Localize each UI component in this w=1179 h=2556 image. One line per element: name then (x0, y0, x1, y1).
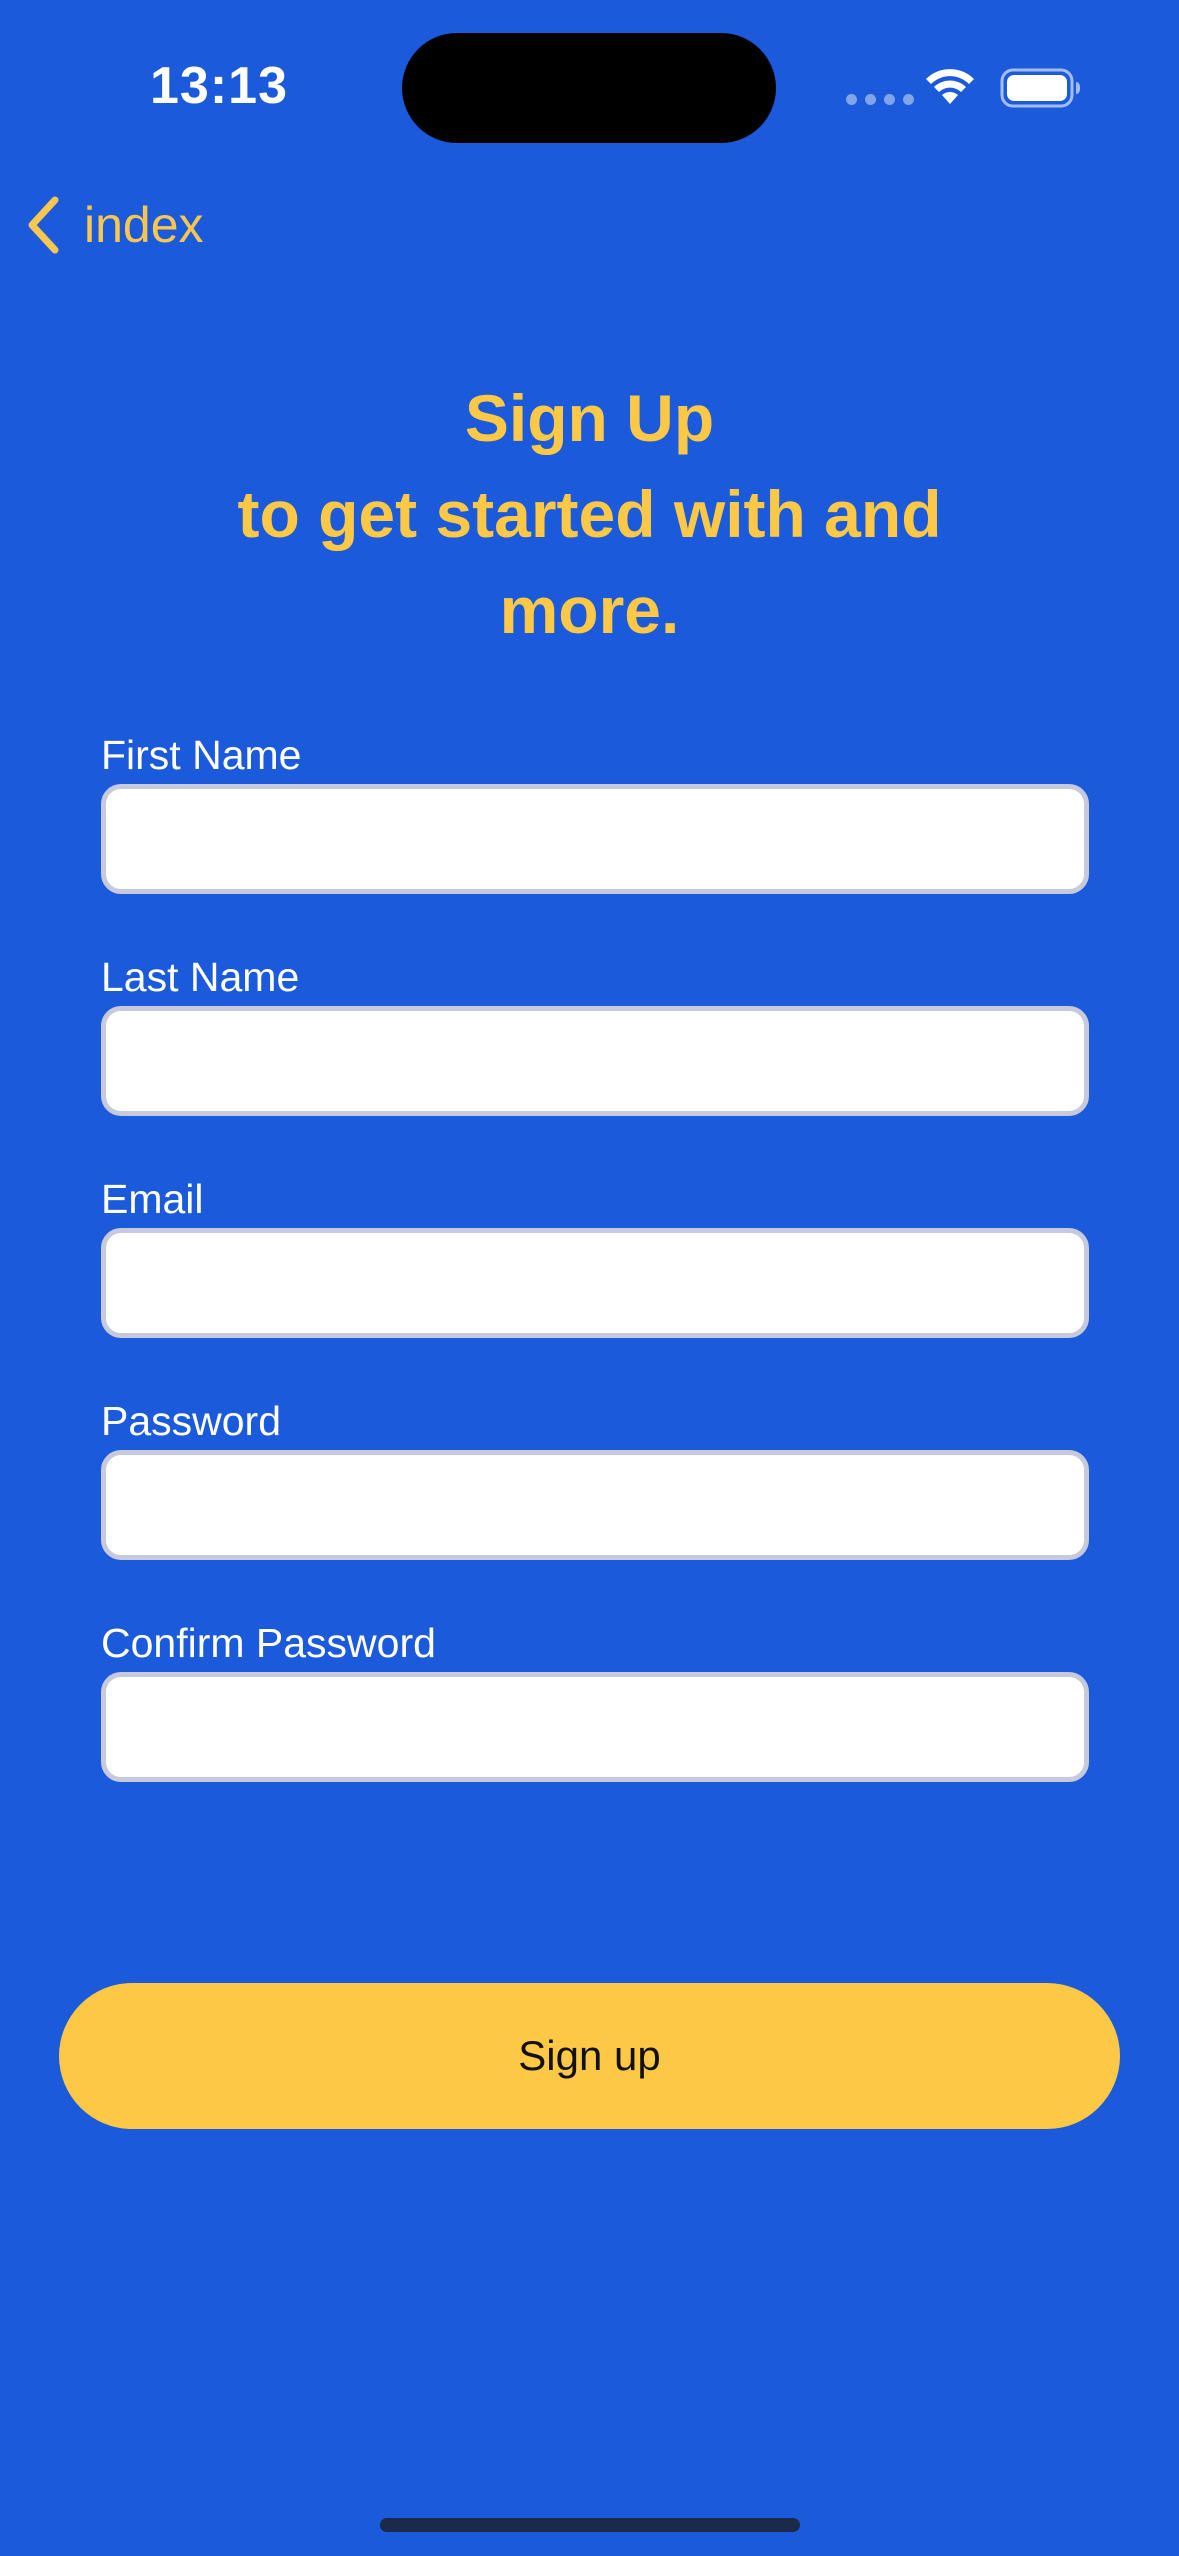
page-title: Sign Up to get started with and more. (0, 370, 1179, 658)
chevron-left-icon (28, 196, 59, 254)
confirm-password-group: Confirm Password (101, 1614, 1089, 1836)
first-name-label: First Name (101, 732, 302, 778)
password-label: Password (101, 1398, 282, 1444)
status-time: 13:13 (150, 57, 288, 115)
email-label: Email (101, 1176, 204, 1222)
email-input[interactable] (101, 1228, 1089, 1338)
last-name-group: Last Name (101, 948, 1089, 1170)
email-group: Email (101, 1170, 1089, 1392)
first-name-input[interactable] (101, 784, 1089, 894)
cellular-signal-icon (846, 94, 914, 105)
battery-icon (1000, 68, 1080, 108)
confirm-password-label: Confirm Password (101, 1620, 436, 1666)
confirm-password-input[interactable] (101, 1672, 1089, 1782)
first-name-group: First Name (101, 726, 1089, 948)
password-group: Password (101, 1392, 1089, 1614)
signup-form: First Name Last Name Email Password Conf… (101, 726, 1089, 1836)
page-subtitle-line: to get started with and (237, 477, 942, 551)
page-subtitle-line: more. (499, 573, 680, 647)
home-indicator[interactable] (380, 2518, 800, 2532)
last-name-input[interactable] (101, 1006, 1089, 1116)
page-title-line: Sign Up (464, 381, 715, 455)
back-button[interactable]: index (24, 190, 204, 260)
signup-button[interactable]: Sign up (59, 1983, 1120, 2129)
last-name-label: Last Name (101, 954, 300, 1000)
status-bar: 13:13 (0, 0, 1179, 180)
back-label: index (84, 197, 204, 253)
wifi-icon (926, 69, 974, 104)
password-input[interactable] (101, 1450, 1089, 1560)
dynamic-island (402, 33, 776, 143)
